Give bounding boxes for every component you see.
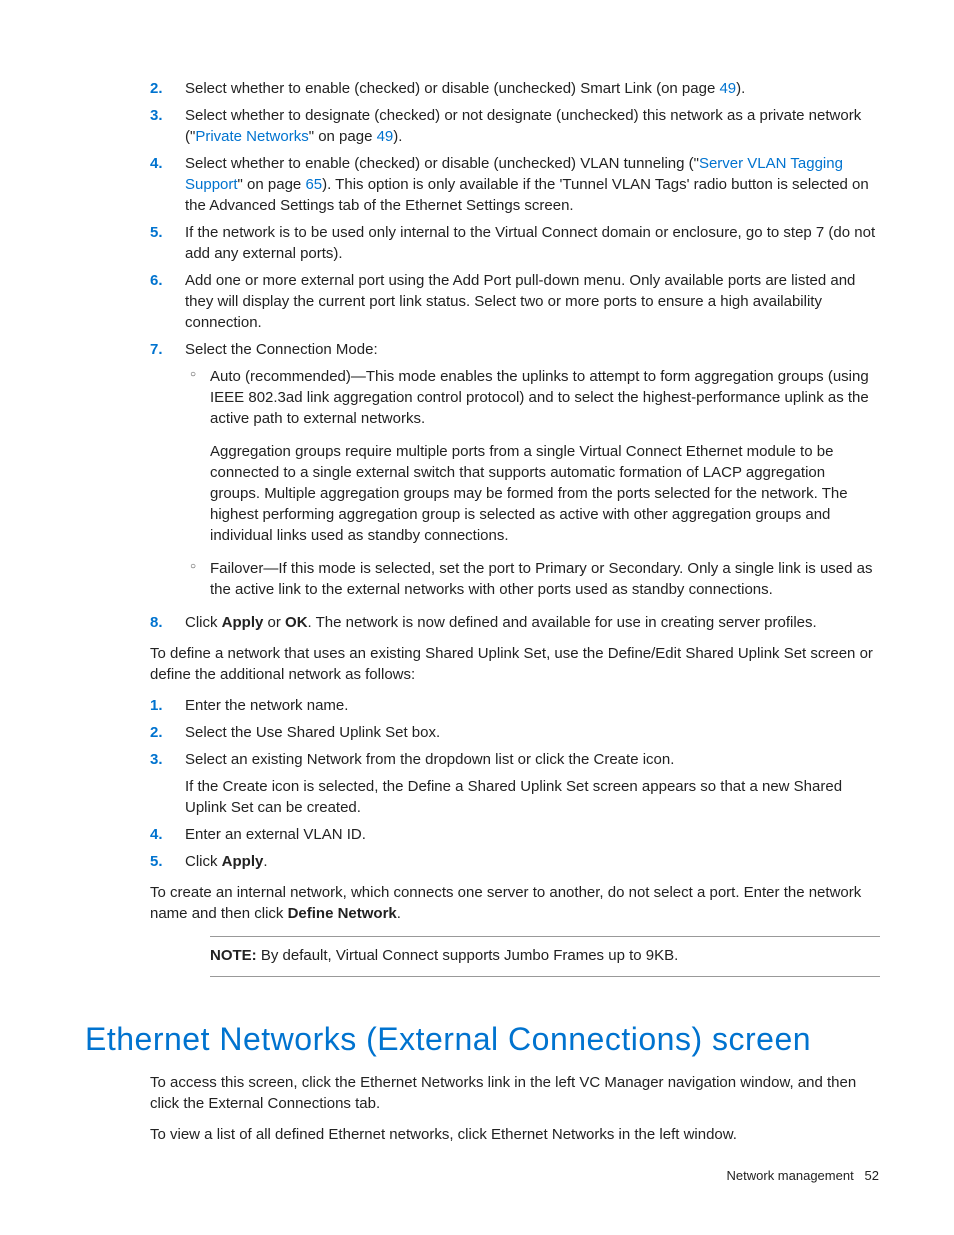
footer-section: Network management [727,1168,854,1183]
item-number: 3. [150,105,163,126]
note-box: NOTE: By default, Virtual Connect suppor… [210,936,880,977]
item-number: 4. [150,824,163,845]
bullet-icon: ○ [190,368,196,382]
sub-list: ○ Auto (recommended)—This mode enables t… [185,366,879,600]
item-text: Enter the network name. [185,697,348,714]
list-item: 2. Select the Use Shared Uplink Set box. [150,722,879,743]
sub-item-text: Failover—If this mode is selected, set t… [210,558,879,600]
list-item: 1. Enter the network name. [150,695,879,716]
list-item: 5. If the network is to be used only int… [150,222,879,264]
list-item: 4. Select whether to enable (checked) or… [150,153,879,216]
item-text: Click Apply. [185,853,268,870]
item-text: Select the Use Shared Uplink Set box. [185,724,440,741]
item-number: 4. [150,153,163,174]
list-item: 6. Add one or more external port using t… [150,270,879,333]
procedure-list-2: 1. Enter the network name. 2. Select the… [150,695,879,872]
list-item: 7. Select the Connection Mode: ○ Auto (r… [150,339,879,600]
topic-link[interactable]: Private Networks [195,128,308,145]
list-item: 5. Click Apply. [150,851,879,872]
item-text: Select the Connection Mode: [185,341,378,358]
item-text: Select an existing Network from the drop… [185,751,674,768]
item-number: 6. [150,270,163,291]
body-paragraph: To access this screen, click the Etherne… [150,1072,879,1114]
list-item: 3. Select an existing Network from the d… [150,749,879,818]
item-number: 8. [150,612,163,633]
page-footer: Network management 52 [727,1167,879,1185]
sub-item-text: Auto (recommended)—This mode enables the… [210,366,879,429]
page-link[interactable]: 65 [305,176,322,193]
list-item: 8. Click Apply or OK. The network is now… [150,612,879,633]
item-text: Enter an external VLAN ID. [185,826,366,843]
item-number: 5. [150,851,163,872]
procedure-list-1: 2. Select whether to enable (checked) or… [150,78,879,633]
item-text: Select whether to enable (checked) or di… [185,155,869,214]
item-number: 7. [150,339,163,360]
note-text: By default, Virtual Connect supports Jum… [257,947,679,964]
item-text: Select whether to enable (checked) or di… [185,80,745,97]
page-link[interactable]: 49 [377,128,394,145]
body-paragraph: To create an internal network, which con… [150,882,879,924]
item-number: 2. [150,78,163,99]
item-number: 2. [150,722,163,743]
item-text: Click Apply or OK. The network is now de… [185,614,817,631]
bullet-icon: ○ [190,560,196,574]
item-text: Add one or more external port using the … [185,272,855,331]
list-item: 4. Enter an external VLAN ID. [150,824,879,845]
document-page: 2. Select whether to enable (checked) or… [0,0,954,1235]
item-text: Select whether to designate (checked) or… [185,107,861,145]
item-number: 1. [150,695,163,716]
page-link[interactable]: 49 [719,80,736,97]
sub-item-text: Aggregation groups require multiple port… [210,441,879,546]
item-number: 5. [150,222,163,243]
body-paragraph: To define a network that uses an existin… [150,643,879,685]
item-text-secondary: If the Create icon is selected, the Defi… [185,776,879,818]
section-heading: Ethernet Networks (External Connections)… [85,1017,879,1062]
sub-list-item: ○ Failover—If this mode is selected, set… [185,558,879,600]
item-text: If the network is to be used only intern… [185,224,875,262]
sub-list-item: ○ Auto (recommended)—This mode enables t… [185,366,879,546]
footer-page-number: 52 [865,1168,879,1183]
item-number: 3. [150,749,163,770]
body-paragraph: To view a list of all defined Ethernet n… [150,1124,879,1145]
note-label: NOTE: [210,947,257,964]
list-item: 2. Select whether to enable (checked) or… [150,78,879,99]
list-item: 3. Select whether to designate (checked)… [150,105,879,147]
